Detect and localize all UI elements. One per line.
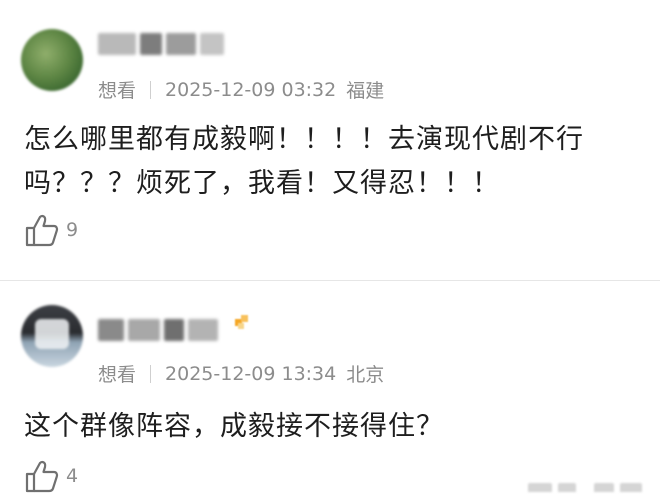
- timestamp: 2025-12-09 03:32: [165, 78, 337, 101]
- next-comment-preview: [594, 483, 642, 492]
- like-button[interactable]: 9: [24, 212, 78, 248]
- like-count: 4: [66, 465, 79, 487]
- username-blurred[interactable]: [98, 33, 224, 59]
- thumbs-up-icon: [25, 460, 59, 493]
- vip-badge-icon: [235, 315, 248, 329]
- like-button[interactable]: 4: [24, 458, 78, 494]
- like-count: 9: [66, 219, 79, 241]
- comment-item: 想看 2025-12-09 13:34 北京 这个群像阵容，成毅接不接得住？ 4: [0, 281, 660, 494]
- meta-divider: [150, 80, 152, 99]
- avatar[interactable]: [21, 29, 83, 91]
- comment-item: 想看 2025-12-09 03:32 福建 怎么哪里都有成毅啊！！！！去演现代…: [0, 0, 660, 280]
- comment-meta: 想看 2025-12-09 13:34 北京: [98, 360, 384, 387]
- source-label: 想看: [98, 364, 137, 386]
- avatar[interactable]: [21, 305, 83, 367]
- comment-meta: 想看 2025-12-09 03:32 福建: [98, 76, 384, 103]
- comment-text: 这个群像阵容，成毅接不接得住？: [24, 411, 444, 442]
- comment-text: 怎么哪里都有成毅啊！！！！去演现代剧不行吗？？？烦死了，我看！又得忍！！！: [24, 124, 584, 199]
- username-blurred[interactable]: [98, 319, 218, 345]
- timestamp: 2025-12-09 13:34: [165, 362, 337, 385]
- location: 北京: [346, 364, 385, 386]
- next-comment-preview: [528, 483, 576, 492]
- location: 福建: [346, 80, 385, 102]
- meta-divider: [150, 364, 152, 383]
- source-label: 想看: [98, 80, 137, 102]
- thumbs-up-icon: [25, 214, 59, 247]
